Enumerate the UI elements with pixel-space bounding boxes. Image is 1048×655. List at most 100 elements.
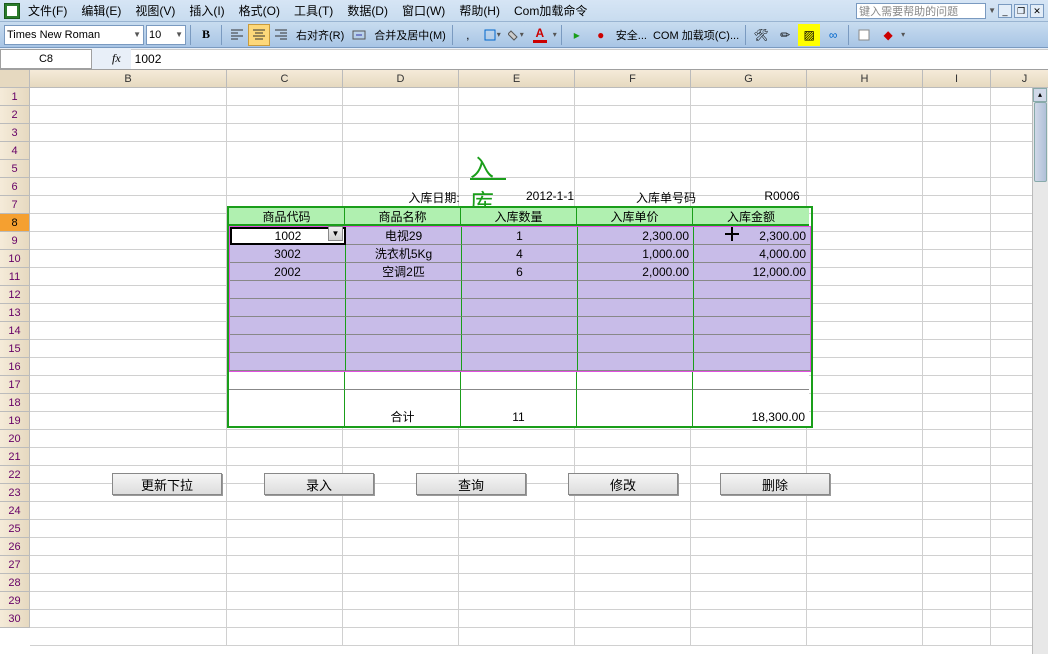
record-macro-icon[interactable]: ● — [590, 24, 612, 46]
row-header-12[interactable]: 12 — [0, 286, 30, 304]
row-header-5[interactable]: 5 — [0, 160, 30, 178]
formula-input[interactable] — [131, 49, 1048, 69]
col-header-C[interactable]: C — [227, 70, 343, 88]
menu-com[interactable]: Com加载命令 — [508, 0, 593, 21]
fill-color-button[interactable]: ▾ — [505, 24, 527, 46]
table-cell[interactable]: 3002 — [230, 245, 346, 263]
row-header-9[interactable]: 9 — [0, 232, 30, 250]
table-cell[interactable] — [346, 317, 462, 335]
fontsize-selector[interactable]: 10▼ — [146, 25, 186, 45]
font-selector[interactable]: Times New Roman▼ — [4, 25, 144, 45]
security-label[interactable]: 安全... — [614, 27, 649, 43]
row-header-26[interactable]: 26 — [0, 538, 30, 556]
minimize-button[interactable]: _ — [998, 4, 1012, 18]
table-cell[interactable]: 2,000.00 — [578, 263, 694, 281]
table-cell[interactable]: 2002 — [230, 263, 346, 281]
form-button-删除[interactable]: 删除 — [720, 473, 830, 495]
menu-help[interactable]: 帮助(H) — [453, 0, 506, 21]
table-cell[interactable] — [346, 281, 462, 299]
bold-button[interactable]: B — [195, 24, 217, 46]
col-header-H[interactable]: H — [807, 70, 923, 88]
table-cell[interactable] — [462, 317, 578, 335]
row-header-22[interactable]: 22 — [0, 466, 30, 484]
row-header-18[interactable]: 18 — [0, 394, 30, 412]
table-cell[interactable] — [462, 281, 578, 299]
merge-cells-icon[interactable] — [348, 24, 370, 46]
col-header-E[interactable]: E — [459, 70, 575, 88]
row-header-29[interactable]: 29 — [0, 592, 30, 610]
align-right-button[interactable] — [270, 24, 292, 46]
table-cell[interactable] — [230, 335, 346, 353]
help-dropdown-icon[interactable]: ▼ — [988, 6, 996, 15]
play-icon[interactable]: ▸ — [566, 24, 588, 46]
row-header-21[interactable]: 21 — [0, 448, 30, 466]
table-cell[interactable] — [578, 353, 694, 371]
table-cell[interactable] — [462, 299, 578, 317]
row-header-10[interactable]: 10 — [0, 250, 30, 268]
row-header-14[interactable]: 14 — [0, 322, 30, 340]
table-cell[interactable] — [694, 317, 810, 335]
row-header-3[interactable]: 3 — [0, 124, 30, 142]
restore-button[interactable]: ❐ — [1014, 4, 1028, 18]
table-cell[interactable]: 1 — [462, 227, 578, 245]
menu-file[interactable]: 文件(F) — [22, 0, 73, 21]
row-header-4[interactable]: 4 — [0, 142, 30, 160]
col-header-G[interactable]: G — [691, 70, 807, 88]
row-header-20[interactable]: 20 — [0, 430, 30, 448]
table-cell[interactable]: 2,300.00 — [578, 227, 694, 245]
table-cell[interactable]: 空调2匹 — [346, 263, 462, 281]
help-search-input[interactable] — [856, 3, 986, 19]
row-header-8[interactable]: 8 — [0, 214, 30, 232]
table-cell[interactable]: 12,000.00 — [694, 263, 810, 281]
table-cell[interactable] — [346, 299, 462, 317]
menu-edit[interactable]: 编辑(E) — [75, 0, 127, 21]
table-cell[interactable]: 1,000.00 — [578, 245, 694, 263]
table-cell[interactable] — [578, 317, 694, 335]
align-left-button[interactable] — [226, 24, 248, 46]
table-cell[interactable] — [230, 281, 346, 299]
table-cell[interactable] — [694, 335, 810, 353]
menu-format[interactable]: 格式(O) — [233, 0, 286, 21]
row-header-16[interactable]: 16 — [0, 358, 30, 376]
menu-window[interactable]: 窗口(W) — [396, 0, 451, 21]
form-button-录入[interactable]: 录入 — [264, 473, 374, 495]
table-cell[interactable] — [694, 353, 810, 371]
table-cell[interactable] — [462, 353, 578, 371]
close-button[interactable]: ✕ — [1030, 4, 1044, 18]
table-cell[interactable]: 洗衣机5Kg — [346, 245, 462, 263]
table-cell[interactable] — [346, 353, 462, 371]
table-cell[interactable] — [694, 281, 810, 299]
row-header-25[interactable]: 25 — [0, 520, 30, 538]
align-center-button[interactable] — [248, 24, 270, 46]
comma-style-button[interactable]: , — [457, 24, 479, 46]
vertical-scrollbar[interactable]: ▴ — [1032, 88, 1048, 654]
row-header-1[interactable]: 1 — [0, 88, 30, 106]
table-cell[interactable]: 6 — [462, 263, 578, 281]
row-header-24[interactable]: 24 — [0, 502, 30, 520]
name-box[interactable]: C8 — [0, 49, 92, 69]
menu-insert[interactable]: 插入(I) — [183, 0, 230, 21]
row-header-7[interactable]: 7 — [0, 196, 30, 214]
table-cell[interactable] — [346, 335, 462, 353]
row-header-19[interactable]: 19 — [0, 412, 30, 430]
table-cell[interactable]: 电视29 — [346, 227, 462, 245]
table-cell[interactable] — [462, 335, 578, 353]
menu-view[interactable]: 视图(V) — [129, 0, 181, 21]
menu-tools[interactable]: 工具(T) — [288, 0, 339, 21]
table-cell[interactable] — [230, 299, 346, 317]
link-icon[interactable]: ∞ — [822, 24, 844, 46]
font-color-dropdown-icon[interactable]: ▾ — [553, 30, 557, 39]
borders-button[interactable]: ▾ — [481, 24, 503, 46]
row-header-13[interactable]: 13 — [0, 304, 30, 322]
table-cell[interactable] — [578, 299, 694, 317]
table-cell[interactable] — [578, 281, 694, 299]
row-header-27[interactable]: 27 — [0, 556, 30, 574]
com-addin-label[interactable]: COM 加载项(C)... — [651, 27, 741, 43]
row-header-30[interactable]: 30 — [0, 610, 30, 628]
design-mode-icon[interactable]: ✏ — [774, 24, 796, 46]
scroll-up-icon[interactable]: ▴ — [1033, 88, 1047, 102]
col-header-I[interactable]: I — [923, 70, 991, 88]
table-cell[interactable] — [230, 317, 346, 335]
right-align-label[interactable]: 右对齐(R) — [294, 27, 346, 43]
form-button-查询[interactable]: 查询 — [416, 473, 526, 495]
